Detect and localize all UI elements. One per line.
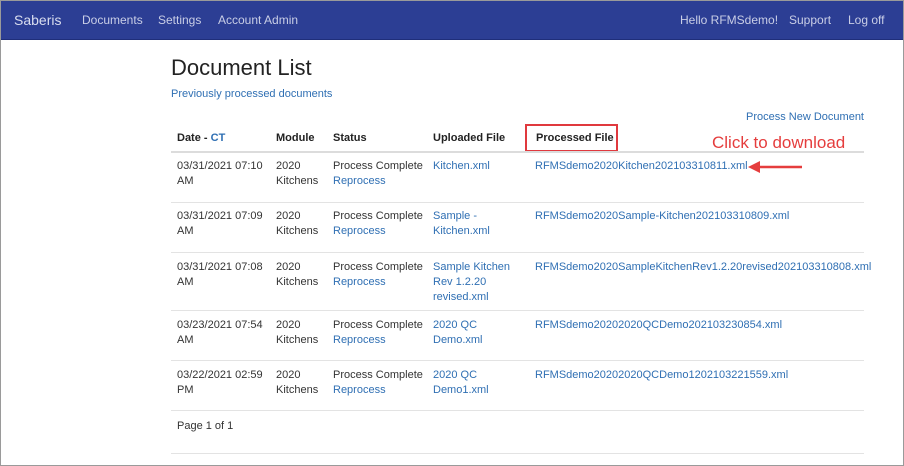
- status-text: Process Complete: [333, 319, 423, 331]
- processed-file-link[interactable]: RFMSdemo2020Sample-Kitchen202103310809.x…: [535, 209, 865, 224]
- cell-processed-file: RFMSdemo2020Kitchen202103310811.xml: [535, 159, 865, 174]
- status-text: Process Complete: [333, 261, 423, 273]
- uploaded-file-link[interactable]: Sample Kitchen Rev 1.2.20 revised.xml: [433, 260, 521, 305]
- nav-logoff[interactable]: Log off: [848, 13, 884, 27]
- processed-file-link[interactable]: RFMSdemo20202020QCDemo202103230854.xml: [535, 318, 865, 333]
- cell-status: Process Complete Reprocess: [333, 260, 433, 290]
- click-to-download-annotation: Click to download: [712, 133, 846, 152]
- header-status: Status: [333, 132, 367, 144]
- cell-status: Process Complete Reprocess: [333, 368, 433, 398]
- cell-date: 03/22/2021 02:59 PM: [177, 369, 263, 396]
- reprocess-link[interactable]: Reprocess: [333, 383, 433, 398]
- cell-processed-file: RFMSdemo2020Sample-Kitchen202103310809.x…: [535, 209, 865, 224]
- header-uploaded-file: Uploaded File: [433, 132, 506, 144]
- cell-date: 03/31/2021 07:08 AM: [177, 261, 263, 288]
- cell-uploaded-file: Sample Kitchen Rev 1.2.20 revised.xml: [433, 260, 521, 305]
- nav-documents[interactable]: Documents: [82, 13, 143, 27]
- cell-uploaded-file: 2020 QC Demo.xml: [433, 318, 521, 348]
- uploaded-file-link[interactable]: 2020 QC Demo.xml: [433, 318, 521, 348]
- row-divider: [171, 202, 864, 203]
- header-date-label: Date -: [177, 132, 211, 144]
- nav-greeting[interactable]: Hello RFMSdemo!: [680, 13, 778, 27]
- cell-uploaded-file: 2020 QC Demo1.xml: [433, 368, 521, 398]
- reprocess-link[interactable]: Reprocess: [333, 275, 433, 290]
- processed-file-link[interactable]: RFMSdemo20202020QCDemo1202103221559.xml: [535, 368, 865, 383]
- cell-processed-file: RFMSdemo2020SampleKitchenRev1.2.20revise…: [535, 260, 871, 275]
- page-title: Document List: [171, 55, 312, 80]
- cell-module: 2020 Kitchens: [276, 160, 319, 187]
- nav-settings[interactable]: Settings: [158, 13, 201, 27]
- row-divider: [171, 252, 864, 253]
- row-divider: [171, 410, 864, 411]
- cell-status: Process Complete Reprocess: [333, 318, 433, 348]
- reprocess-link[interactable]: Reprocess: [333, 174, 433, 189]
- cell-date: 03/31/2021 07:09 AM: [177, 210, 263, 237]
- reprocess-link[interactable]: Reprocess: [333, 333, 433, 348]
- header-module: Module: [276, 132, 315, 144]
- row-divider: [171, 310, 864, 311]
- cell-processed-file: RFMSdemo20202020QCDemo202103230854.xml: [535, 318, 865, 333]
- row-divider: [171, 360, 864, 361]
- timezone-link[interactable]: CT: [211, 132, 226, 144]
- reprocess-link[interactable]: Reprocess: [333, 224, 433, 239]
- previously-processed-link[interactable]: Previously processed documents: [171, 88, 332, 100]
- cell-date: 03/23/2021 07:54 AM: [177, 319, 263, 346]
- cell-module: 2020 Kitchens: [276, 369, 319, 396]
- cell-uploaded-file: Sample - Kitchen.xml: [433, 209, 521, 239]
- status-text: Process Complete: [333, 160, 423, 172]
- cell-status: Process Complete Reprocess: [333, 209, 433, 239]
- pagination-text: Page 1 of 1: [177, 420, 234, 432]
- uploaded-file-link[interactable]: Kitchen.xml: [433, 159, 521, 174]
- cell-module: 2020 Kitchens: [276, 261, 319, 288]
- status-text: Process Complete: [333, 210, 423, 222]
- footer-divider: [171, 453, 864, 454]
- processed-file-highlight-box: [525, 124, 618, 152]
- cell-uploaded-file: Kitchen.xml: [433, 159, 521, 174]
- brand-link[interactable]: Saberis: [14, 12, 61, 28]
- cell-module: 2020 Kitchens: [276, 319, 319, 346]
- uploaded-file-link[interactable]: Sample - Kitchen.xml: [433, 209, 521, 239]
- processed-file-link[interactable]: RFMSdemo2020SampleKitchenRev1.2.20revise…: [535, 260, 871, 275]
- processed-file-link[interactable]: RFMSdemo2020Kitchen202103310811.xml: [535, 159, 865, 174]
- uploaded-file-link[interactable]: 2020 QC Demo1.xml: [433, 368, 521, 398]
- cell-module: 2020 Kitchens: [276, 210, 319, 237]
- nav-support[interactable]: Support: [789, 13, 831, 27]
- top-navbar: Saberis Documents Settings Account Admin…: [1, 1, 903, 40]
- cell-status: Process Complete Reprocess: [333, 159, 433, 189]
- cell-processed-file: RFMSdemo20202020QCDemo1202103221559.xml: [535, 368, 865, 383]
- process-new-document-link[interactable]: Process New Document: [746, 111, 864, 123]
- nav-account-admin[interactable]: Account Admin: [218, 13, 298, 27]
- status-text: Process Complete: [333, 369, 423, 381]
- cell-date: 03/31/2021 07:10 AM: [177, 160, 263, 187]
- header-date: Date - CT: [177, 132, 225, 144]
